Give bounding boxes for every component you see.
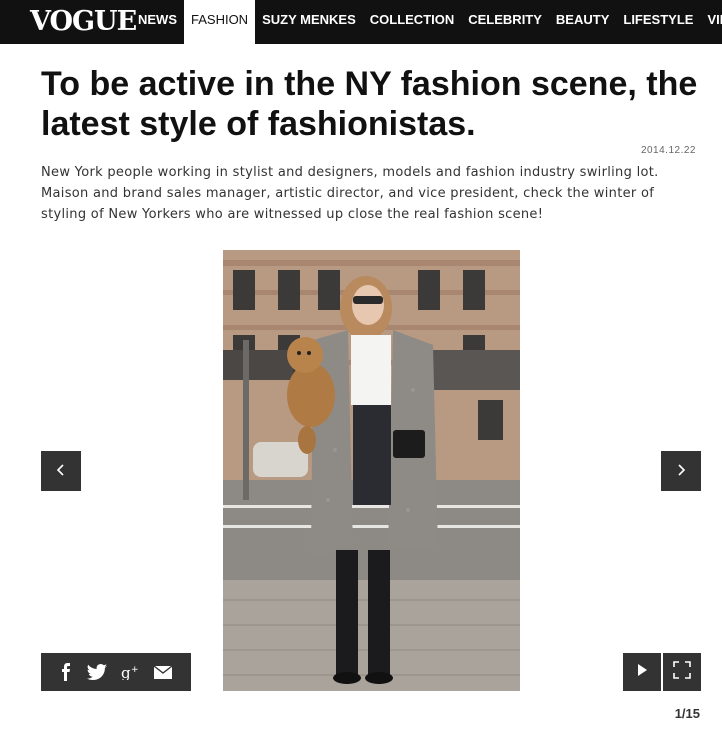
top-navigation-bar: VOGUE NEWS FASHION SUZY MENKES COLLECTIO…	[0, 0, 722, 44]
article-date: 2014.12.22	[640, 145, 696, 156]
main-nav: NEWS FASHION SUZY MENKES COLLECTION CELE…	[131, 0, 722, 44]
nav-item-celebrity[interactable]: CELEBRITY	[461, 0, 549, 44]
google-plus-icon[interactable]: g +	[121, 664, 139, 680]
article-lede: New York people working in stylist and d…	[41, 165, 659, 222]
gallery-counter: 1/15	[674, 706, 700, 721]
nav-item-videos[interactable]: VIDEOS	[700, 0, 722, 44]
slideshow-play-button[interactable]	[623, 653, 661, 691]
gallery-photo[interactable]	[223, 250, 520, 691]
share-bar: g +	[41, 653, 191, 691]
fullscreen-icon	[673, 660, 691, 684]
chevron-left-icon	[56, 463, 66, 479]
mail-icon[interactable]	[153, 665, 172, 679]
nav-item-fashion[interactable]: FASHION	[184, 0, 256, 44]
svg-text:+: +	[131, 665, 139, 675]
fullscreen-button[interactable]	[663, 653, 701, 691]
nav-item-beauty[interactable]: BEAUTY	[549, 0, 616, 44]
svg-text:g: g	[121, 664, 131, 680]
nav-item-lifestyle[interactable]: LIFESTYLE	[616, 0, 700, 44]
nav-item-collection[interactable]: COLLECTION	[363, 0, 462, 44]
nav-item-suzy-menkes[interactable]: SUZY MENKES	[255, 0, 363, 44]
gallery-prev-button[interactable]	[41, 451, 81, 491]
chevron-right-icon	[676, 463, 686, 479]
facebook-icon[interactable]	[60, 663, 72, 681]
vogue-logo[interactable]: VOGUE	[30, 2, 137, 42]
article-title: To be active in the NY fashion scene, th…	[41, 65, 698, 143]
play-icon	[637, 663, 647, 681]
nav-item-news[interactable]: NEWS	[131, 0, 184, 44]
twitter-icon[interactable]	[86, 664, 107, 680]
gallery-next-button[interactable]	[661, 451, 701, 491]
